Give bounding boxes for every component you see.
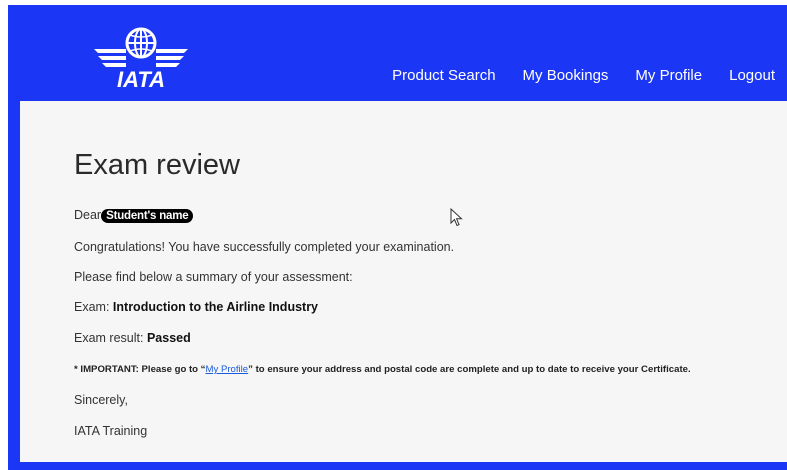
greeting-prefix: Dear xyxy=(74,208,102,222)
nav-logout[interactable]: Logout xyxy=(729,67,775,84)
logo-wordmark: IATA xyxy=(117,67,165,89)
nav-my-profile[interactable]: My Profile xyxy=(635,67,702,84)
student-name-badge: Student's name xyxy=(101,209,194,223)
main-content: Exam review Dear Student's name Congratul… xyxy=(20,101,787,462)
signature-text: IATA Training xyxy=(74,424,148,438)
page-title: Exam review xyxy=(74,149,240,181)
iata-logo[interactable]: IATA xyxy=(92,25,190,89)
result-row: Exam result: Passed xyxy=(74,331,191,345)
summary-intro: Please find below a summary of your asse… xyxy=(74,270,353,284)
nav-my-bookings[interactable]: My Bookings xyxy=(523,67,609,84)
nav-product-search[interactable]: Product Search xyxy=(392,67,495,84)
important-suffix: ” to ensure your address and postal code… xyxy=(248,364,691,375)
result-label: Exam result: xyxy=(74,331,144,345)
congrats-text: Congratulations! You have successfully c… xyxy=(74,240,455,254)
top-nav: Product Search My Bookings My Profile Lo… xyxy=(392,67,775,84)
important-note: * IMPORTANT: Please go to “My Profile” t… xyxy=(74,364,691,375)
closing-text: Sincerely, xyxy=(74,393,128,407)
important-prefix: * IMPORTANT: Please go to “ xyxy=(74,364,206,375)
greeting: Dear Student's name xyxy=(74,208,194,223)
exam-label: Exam: xyxy=(74,300,110,314)
exam-value: Introduction to the Airline Industry xyxy=(112,300,319,314)
mouse-pointer-icon xyxy=(450,208,463,227)
result-value: Passed xyxy=(146,331,191,345)
page-frame: IATA Product Search My Bookings My Profi… xyxy=(8,5,787,470)
my-profile-link[interactable]: My Profile xyxy=(205,364,248,375)
site-header: IATA Product Search My Bookings My Profi… xyxy=(8,5,787,101)
exam-row: Exam: Introduction to the Airline Indust… xyxy=(74,300,318,314)
